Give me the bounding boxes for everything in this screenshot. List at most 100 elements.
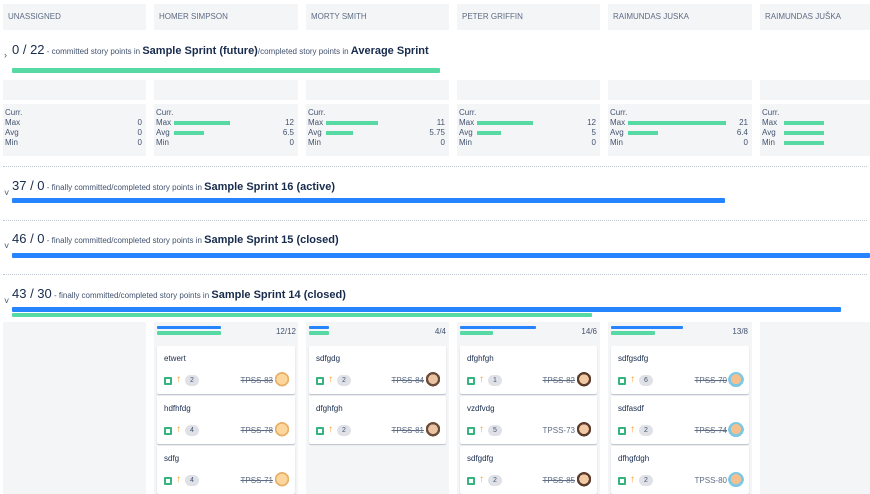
- issue-card[interactable]: sdfg ↑ 4 TPSS-71: [157, 446, 295, 494]
- stat-avg-label: Avg: [156, 128, 170, 137]
- issue-title: sdfg: [164, 454, 180, 463]
- issue-key[interactable]: TPSS-70: [695, 376, 727, 385]
- issue-key[interactable]: TPSS-80: [695, 476, 727, 485]
- lane-committed-bar: [309, 326, 329, 329]
- column-strip: [3, 80, 146, 100]
- story-points-badge: 5: [488, 425, 502, 436]
- avatar: [425, 372, 441, 388]
- issue-title: sdfgdg: [316, 354, 341, 363]
- stat-max-label: Max: [5, 118, 21, 127]
- expand-chevron-icon[interactable]: ˅: [4, 241, 9, 251]
- column-header-unassigned: UNASSIGNED: [3, 4, 146, 30]
- stat-max-value: 12: [285, 118, 294, 127]
- expand-chevron-icon[interactable]: ˅: [4, 296, 9, 306]
- column-header-peter: PETER GRIFFIN: [457, 4, 600, 30]
- issue-key[interactable]: TPSS-71: [241, 476, 273, 485]
- issue-card[interactable]: sdfgdfg ↑ 2 TPSS-85: [460, 446, 597, 494]
- issue-card[interactable]: etwert ↑ 2 TPSS-83: [157, 346, 295, 394]
- issue-title: dfghfgh: [316, 404, 343, 413]
- sprint-14-title[interactable]: 43 / 30 - finally committed/completed st…: [12, 286, 346, 301]
- sprint-16-bar: [12, 198, 725, 203]
- stat-min-label: Min: [610, 138, 623, 147]
- issue-key[interactable]: TPSS-82: [543, 376, 575, 385]
- issue-key[interactable]: TPSS-84: [392, 376, 424, 385]
- issue-title: sdfgdfg: [467, 454, 494, 463]
- column-strip: [608, 80, 752, 100]
- issue-card[interactable]: vzdfvdg ↑ 5 TPSS-73: [460, 396, 597, 444]
- issue-key[interactable]: TPSS-81: [392, 426, 424, 435]
- column-strip: [457, 80, 600, 100]
- future-sprint-name: Sample Sprint (future): [142, 45, 258, 57]
- priority-high-icon: ↑: [630, 474, 635, 485]
- priority-high-icon: ↑: [176, 474, 181, 485]
- avatar: [728, 422, 744, 438]
- priority-high-icon: ↑: [630, 374, 635, 385]
- issue-card[interactable]: hdfhfdg ↑ 4 TPSS-78: [157, 396, 295, 444]
- priority-high-icon: ↑: [479, 374, 484, 385]
- stat-avg-label: Avg: [610, 128, 624, 137]
- sprint-15-title[interactable]: 46 / 0 - finally committed/completed sto…: [12, 231, 339, 246]
- issue-key[interactable]: TPSS-85: [543, 476, 575, 485]
- stat-curr-label: Curr.: [610, 108, 628, 117]
- story-icon: [316, 377, 324, 385]
- issue-key[interactable]: TPSS-83: [241, 376, 273, 385]
- priority-high-icon: ↑: [176, 424, 181, 435]
- stat-max-label: Max: [308, 118, 324, 127]
- issue-key[interactable]: TPSS-73: [543, 426, 575, 435]
- avatar: [425, 422, 441, 438]
- issue-card[interactable]: sdfgsdfg ↑ 6 TPSS-70: [611, 346, 749, 394]
- sprint-numbers: 43 / 30: [12, 286, 52, 301]
- issue-key[interactable]: TPSS-78: [241, 426, 273, 435]
- sprint-16-title[interactable]: 37 / 0 - finally committed/completed sto…: [12, 178, 335, 193]
- story-points-badge: 4: [185, 475, 199, 486]
- issue-card[interactable]: dfghfgh ↑ 2 TPSS-81: [309, 396, 446, 444]
- average-sprint-label: Average Sprint: [350, 45, 429, 57]
- stats-peter: Curr. Max Avg Min 12 5 0: [457, 104, 600, 156]
- stat-max-label: Max: [610, 118, 626, 127]
- stat-avg-bar: [784, 131, 824, 135]
- story-points-badge: 1: [488, 375, 502, 386]
- priority-high-icon: ↑: [328, 424, 333, 435]
- issue-card[interactable]: dfghfgh ↑ 1 TPSS-82: [460, 346, 597, 394]
- stat-avg-label: Avg: [5, 128, 19, 137]
- sprint-14-committed-bar: [12, 307, 841, 312]
- issue-card[interactable]: sdfgdg ↑ 2 TPSS-84: [309, 346, 446, 394]
- sprint-name: Sample Sprint 15 (closed): [204, 234, 339, 246]
- stat-min-value: 0: [591, 138, 596, 147]
- sprint-numbers: 37 / 0: [12, 178, 45, 193]
- issue-key[interactable]: TPSS-74: [695, 426, 727, 435]
- future-sprint-desc: - committed story points in: [44, 47, 143, 56]
- avatar: [728, 372, 744, 388]
- issue-card[interactable]: dfhgfdgh ↑ 2 TPSS-80: [611, 446, 749, 494]
- avatar: [576, 472, 592, 488]
- expand-chevron-icon[interactable]: ˅: [4, 188, 9, 198]
- stat-min-value: 0: [743, 138, 748, 147]
- avatar: [274, 422, 290, 438]
- stat-min-bar: [784, 141, 824, 145]
- issue-title: dfhgfdgh: [618, 454, 650, 463]
- issue-card[interactable]: sdfasdf ↑ 2 TPSS-74: [611, 396, 749, 444]
- priority-high-icon: ↑: [630, 424, 635, 435]
- issue-title: vzdfvdg: [467, 404, 495, 413]
- stat-max-bar: [784, 121, 824, 125]
- lane-committed-bar: [460, 326, 536, 329]
- story-points-badge: 4: [185, 425, 199, 436]
- avatar: [274, 372, 290, 388]
- stat-curr-label: Curr.: [5, 108, 23, 117]
- story-icon: [618, 377, 626, 385]
- issue-title: hdfhfdg: [164, 404, 191, 413]
- stat-min-value: 0: [137, 138, 142, 147]
- stat-max-label: Max: [459, 118, 475, 127]
- lane-count: 4/4: [434, 327, 446, 336]
- future-sprint-bar: [12, 68, 440, 73]
- future-sprint-title[interactable]: 0 / 22 - committed story points in Sampl…: [12, 42, 429, 57]
- story-points-badge: 2: [639, 425, 653, 436]
- sprint-15-bar: [12, 253, 870, 258]
- stat-max-value: 12: [587, 118, 596, 127]
- divider: [3, 220, 867, 221]
- stats-homer: Curr. Max Avg Min 12 6.5 0: [154, 104, 298, 156]
- stat-curr-label: Curr.: [762, 108, 780, 117]
- expand-chevron-icon[interactable]: ›: [4, 50, 7, 60]
- stats-unassigned: Curr. Max Avg Min 0 0 0: [3, 104, 146, 156]
- sprint-desc: - finally committed/completed story poin…: [44, 183, 205, 192]
